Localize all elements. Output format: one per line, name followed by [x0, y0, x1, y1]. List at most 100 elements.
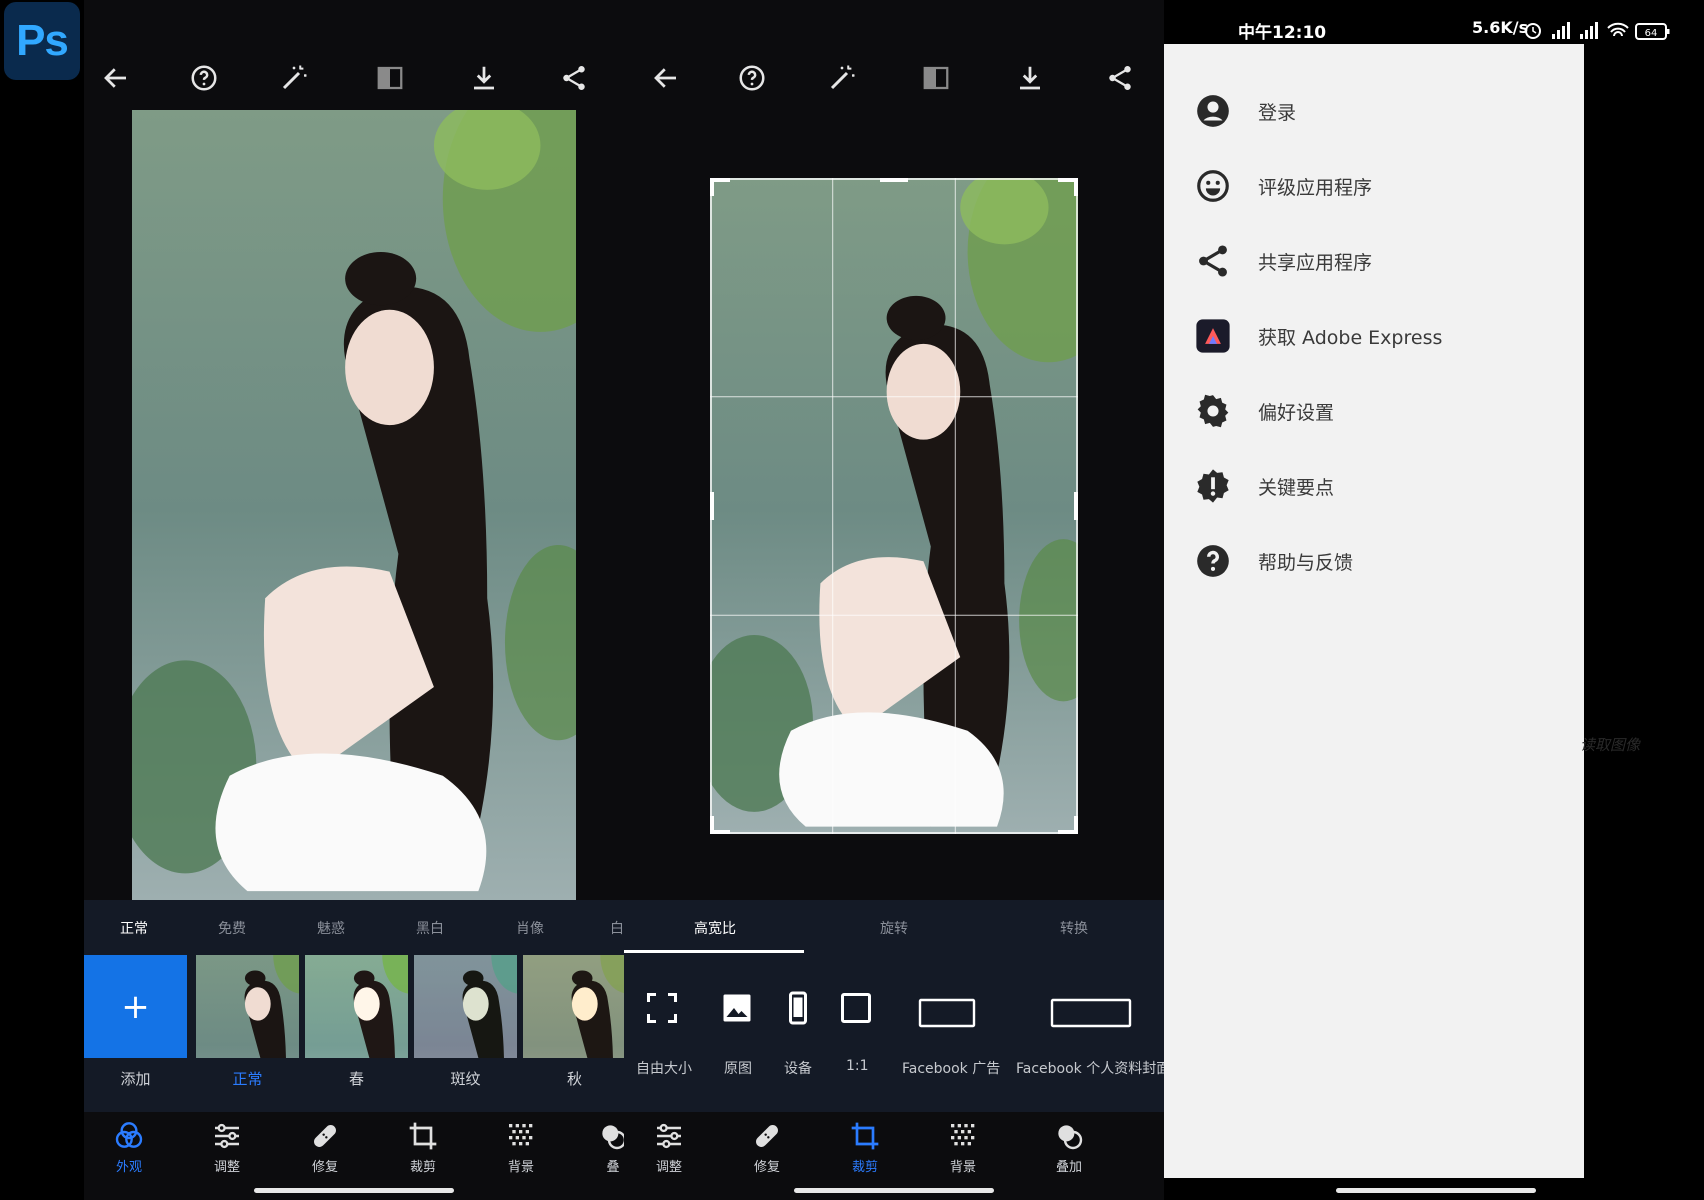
- ratio-tray: [624, 954, 1164, 1112]
- compare-icon[interactable]: [368, 56, 412, 100]
- ratio-facebook-cover[interactable]: [1050, 998, 1132, 1028]
- filter-label-stripes: 斑纹: [450, 1070, 481, 1088]
- nav-crop[interactable]: 裁剪: [820, 1120, 910, 1175]
- signal-icon-2: [1580, 22, 1598, 39]
- free-size-icon: [647, 993, 677, 1023]
- image-icon: [723, 994, 751, 1022]
- bottom-tool-nav: 调整 修复 裁剪 背景 叠加: [624, 1112, 1164, 1200]
- ratio-label-facebook-ad: Facebook 广告: [902, 1061, 1001, 1077]
- crop-icon: [851, 1122, 879, 1150]
- background-icon: [509, 1124, 533, 1146]
- nav-overlay[interactable]: 叠加: [1024, 1120, 1114, 1175]
- download-icon[interactable]: [1008, 56, 1052, 100]
- tab-rotate[interactable]: 旋转: [880, 918, 908, 938]
- background-icon: [951, 1124, 975, 1146]
- alert-badge-icon: [1197, 469, 1229, 503]
- device-icon: [789, 991, 807, 1025]
- menu-item-adobe-express[interactable]: 获取 Adobe Express: [1194, 311, 1442, 361]
- filter-thumb-spring[interactable]: [305, 955, 408, 1058]
- ratio-original[interactable]: [719, 990, 755, 1026]
- bottom-tool-nav: 外观 调整 修复 裁剪 背景 叠: [84, 1112, 624, 1200]
- nav-label: 修复: [753, 1160, 780, 1175]
- sliders-icon: [657, 1123, 681, 1149]
- tab-charm[interactable]: 魅惑: [317, 918, 345, 938]
- nav-label: 调整: [213, 1160, 240, 1175]
- alarm-icon: [1525, 23, 1541, 39]
- wide-ratio-icon: [1050, 998, 1132, 1028]
- tab-free[interactable]: 免费: [218, 918, 246, 938]
- help-icon: [1197, 545, 1229, 577]
- tab-aspect-ratio[interactable]: 高宽比: [694, 918, 736, 938]
- nav-label: 背景: [949, 1160, 976, 1175]
- menu-item-key-points[interactable]: 关键要点: [1194, 461, 1334, 511]
- sliders-icon: [215, 1123, 239, 1149]
- menu-item-help-feedback[interactable]: 帮助与反馈: [1194, 536, 1353, 586]
- home-indicator[interactable]: [254, 1188, 454, 1193]
- share-icon[interactable]: [552, 56, 596, 100]
- home-indicator[interactable]: [794, 1188, 994, 1193]
- photoshop-logo: Ps: [4, 2, 80, 80]
- help-icon[interactable]: [182, 56, 226, 100]
- filter-thumb-stripes[interactable]: [414, 955, 517, 1058]
- menu-label: 偏好设置: [1258, 401, 1335, 424]
- menu-item-preferences[interactable]: 偏好设置: [1194, 386, 1334, 436]
- ratio-square[interactable]: [838, 990, 874, 1026]
- back-arrow-icon[interactable]: [644, 56, 688, 100]
- compare-icon[interactable]: [914, 56, 958, 100]
- nav-label: 外观: [115, 1160, 142, 1175]
- share-icon[interactable]: [1098, 56, 1142, 100]
- crop-canvas[interactable]: [710, 178, 1078, 834]
- help-icon[interactable]: [730, 56, 774, 100]
- menu-item-share-app[interactable]: 共享应用程序: [1194, 236, 1372, 286]
- account-icon: [1197, 95, 1229, 127]
- photo-canvas[interactable]: [132, 110, 576, 900]
- menu-label: 帮助与反馈: [1258, 551, 1354, 574]
- nav-heal[interactable]: 修复: [280, 1120, 370, 1175]
- bandage-icon: [756, 1125, 778, 1147]
- crop-option-tabs: 高宽比 旋转 转换: [624, 900, 1164, 954]
- tab-normal[interactable]: 正常: [120, 918, 148, 938]
- share-icon: [1199, 245, 1227, 277]
- filter-thumb-autumn[interactable]: [523, 955, 624, 1058]
- menu-item-rate-app[interactable]: 评级应用程序: [1194, 161, 1372, 211]
- back-arrow-icon[interactable]: [94, 56, 138, 100]
- wifi-icon: [1607, 22, 1629, 37]
- nav-background[interactable]: 背景: [476, 1120, 566, 1175]
- nav-heal[interactable]: 修复: [722, 1120, 812, 1175]
- filter-label-spring: 春: [348, 1070, 364, 1088]
- plus-icon: +: [121, 986, 150, 1027]
- add-filter-button[interactable]: +: [84, 955, 187, 1058]
- ratio-facebook-ad[interactable]: [918, 998, 976, 1028]
- ratio-label-original: 原图: [724, 1061, 752, 1077]
- ratio-label-free: 自由大小: [636, 1061, 692, 1077]
- nav-adjust[interactable]: 调整: [624, 1120, 714, 1175]
- nav-background[interactable]: 背景: [918, 1120, 1008, 1175]
- download-icon[interactable]: [462, 56, 506, 100]
- crop-icon: [409, 1122, 437, 1150]
- nav-overlay[interactable]: 叠: [568, 1120, 624, 1175]
- tab-white[interactable]: 白: [610, 918, 624, 938]
- landscape-ratio-icon: [918, 998, 976, 1028]
- battery-level: 64: [1645, 28, 1658, 39]
- magic-wand-icon[interactable]: [272, 56, 316, 100]
- tab-black-white[interactable]: 黑白: [416, 918, 444, 938]
- filter-category-tabs: 正常 免费 魅惑 黑白 肖像 白: [84, 900, 624, 954]
- tab-transform[interactable]: 转换: [1060, 918, 1088, 938]
- ratio-device[interactable]: [780, 990, 816, 1026]
- nav-crop[interactable]: 裁剪: [378, 1120, 468, 1175]
- editor-panel-looks: 正常 免费 魅惑 黑白 肖像 白 + 添加 正常 春 斑纹 秋 外观 调整 修复…: [84, 0, 624, 1200]
- nav-looks[interactable]: 外观: [84, 1120, 174, 1175]
- magic-wand-icon[interactable]: [820, 56, 864, 100]
- overlay-icon: [1058, 1125, 1083, 1150]
- menu-item-sign-in[interactable]: 登录: [1194, 86, 1296, 136]
- crop-grid[interactable]: [710, 178, 1078, 834]
- ratio-free[interactable]: [644, 990, 680, 1026]
- nav-adjust[interactable]: 调整: [182, 1120, 272, 1175]
- drawer-menu: 登录 评级应用程序 共享应用程序 获取 Adobe Express 偏好设置 关…: [1164, 44, 1584, 1178]
- tab-underline: [624, 950, 804, 953]
- tab-portrait[interactable]: 肖像: [516, 918, 544, 938]
- home-indicator[interactable]: [1336, 1188, 1536, 1193]
- bandage-icon: [314, 1125, 336, 1147]
- filter-thumb-normal[interactable]: [196, 955, 299, 1058]
- gear-icon: [1197, 394, 1229, 428]
